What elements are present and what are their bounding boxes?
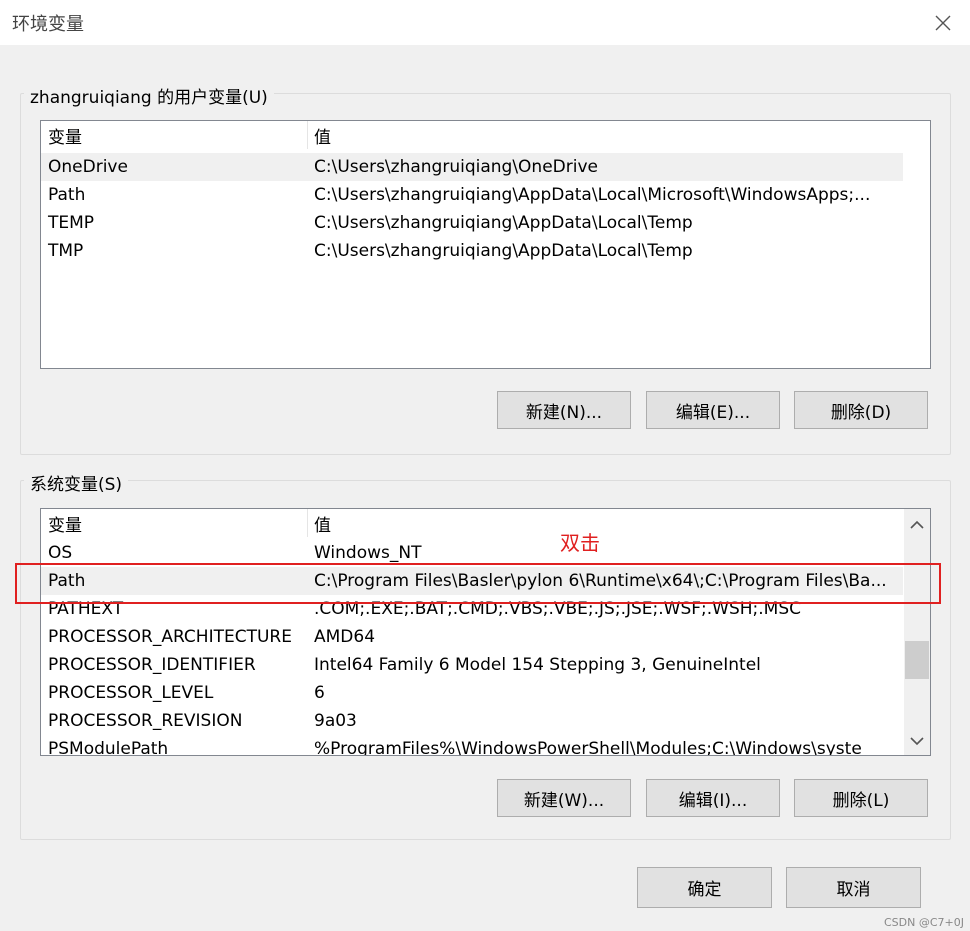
table-row[interactable]: TMP C:\Users\zhangruiqiang\AppData\Local…	[41, 237, 903, 265]
list-header: 变量 值	[41, 509, 903, 537]
column-separator	[307, 509, 308, 537]
column-header-value[interactable]: 值	[314, 123, 331, 148]
window-title: 环境变量	[12, 14, 84, 35]
table-row[interactable]: TEMP C:\Users\zhangruiqiang\AppData\Loca…	[41, 209, 903, 237]
cancel-button[interactable]: 取消	[786, 867, 921, 908]
list-header: 变量 值	[41, 121, 903, 149]
row-value: %ProgramFiles%\WindowsPowerShell\Modules…	[314, 739, 862, 756]
row-value: C:\Users\zhangruiqiang\AppData\Local\Tem…	[314, 241, 693, 261]
row-value: Windows_NT	[314, 543, 422, 563]
user-variables-label: zhangruiqiang 的用户变量(U)	[24, 83, 274, 108]
table-row[interactable]: PROCESSOR_ARCHITECTURE AMD64	[41, 623, 903, 651]
table-row[interactable]: PROCESSOR_LEVEL 6	[41, 679, 903, 707]
chevron-up-icon	[910, 520, 924, 529]
row-value: Intel64 Family 6 Model 154 Stepping 3, G…	[314, 655, 761, 675]
table-row[interactable]: OneDrive C:\Users\zhangruiqiang\OneDrive	[41, 153, 903, 181]
row-value: AMD64	[314, 627, 376, 647]
ok-button[interactable]: 确定	[637, 867, 772, 908]
row-name: PROCESSOR_IDENTIFIER	[48, 655, 256, 675]
row-name: PROCESSOR_LEVEL	[48, 683, 214, 703]
close-button[interactable]	[928, 8, 958, 38]
column-header-value[interactable]: 值	[314, 511, 331, 536]
row-value: C:\Users\zhangruiqiang\AppData\Local\Mic…	[314, 185, 871, 205]
vertical-scrollbar[interactable]	[904, 509, 930, 755]
row-value: 9a03	[314, 711, 357, 731]
column-separator	[307, 121, 308, 149]
watermark-text: CSDN @C7+0J	[884, 916, 964, 929]
scroll-up-arrow[interactable]	[904, 513, 930, 537]
row-name: Path	[48, 185, 86, 205]
row-value: C:\Users\zhangruiqiang\OneDrive	[314, 157, 598, 177]
user-new-button[interactable]: 新建(N)...	[497, 391, 631, 429]
system-edit-button[interactable]: 编辑(I)...	[646, 779, 780, 817]
table-row[interactable]: PROCESSOR_IDENTIFIER Intel64 Family 6 Mo…	[41, 651, 903, 679]
table-row[interactable]: PSModulePath %ProgramFiles%\WindowsPower…	[41, 735, 903, 756]
row-name: TMP	[48, 241, 84, 261]
row-name: PROCESSOR_REVISION	[48, 711, 243, 731]
column-header-variable[interactable]: 变量	[48, 123, 82, 148]
scroll-down-arrow[interactable]	[904, 729, 930, 753]
user-variables-list[interactable]: 变量 值 OneDrive C:\Users\zhangruiqiang\One…	[40, 120, 931, 369]
annotation-label: 双击	[560, 531, 600, 555]
system-variables-label: 系统变量(S)	[24, 470, 129, 495]
row-value: C:\Users\zhangruiqiang\AppData\Local\Tem…	[314, 213, 693, 233]
chevron-down-icon	[910, 737, 924, 746]
user-delete-button[interactable]: 删除(D)	[794, 391, 928, 429]
row-name: PROCESSOR_ARCHITECTURE	[48, 627, 292, 647]
row-name: TEMP	[48, 213, 95, 233]
system-delete-button[interactable]: 删除(L)	[794, 779, 928, 817]
table-row[interactable]: PROCESSOR_REVISION 9a03	[41, 707, 903, 735]
row-name: OneDrive	[48, 157, 128, 177]
scroll-thumb[interactable]	[905, 641, 929, 679]
system-new-button[interactable]: 新建(W)...	[497, 779, 631, 817]
user-edit-button[interactable]: 编辑(E)...	[646, 391, 780, 429]
system-variables-list[interactable]: 变量 值 OS Windows_NT Path C:\Program Files…	[40, 508, 931, 756]
row-name: OS	[48, 543, 73, 563]
row-value: 6	[314, 683, 325, 703]
annotation-highlight-box	[15, 563, 941, 604]
table-row[interactable]: Path C:\Users\zhangruiqiang\AppData\Loca…	[41, 181, 903, 209]
title-bar: 环境变量	[0, 0, 970, 45]
close-icon	[935, 15, 951, 31]
row-name: PSModulePath	[48, 739, 169, 756]
column-header-variable[interactable]: 变量	[48, 511, 82, 536]
